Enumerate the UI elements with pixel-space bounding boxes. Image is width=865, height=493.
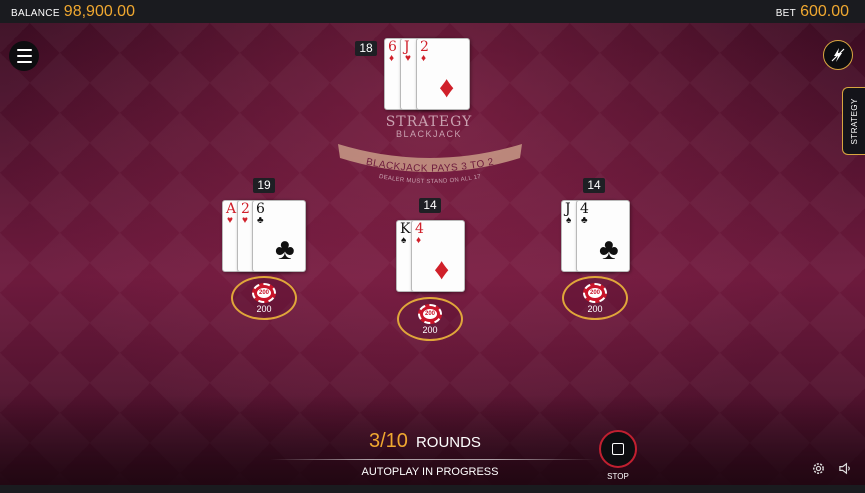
card-rank: 6 bbox=[388, 39, 397, 55]
bottom-bar bbox=[0, 485, 865, 493]
lightning-icon bbox=[831, 48, 845, 62]
card-suit-icon: ♦ bbox=[421, 53, 427, 64]
svg-text:DEALER MUST STAND ON ALL 17: DEALER MUST STAND ON ALL 17 bbox=[378, 174, 482, 185]
bet-amount: 200 bbox=[587, 304, 603, 314]
card-suit-icon: ♣ bbox=[581, 215, 588, 226]
top-bar: BALANCE 98,900.00 BET 600.00 bbox=[0, 0, 865, 23]
card-suit-icon: ♣ bbox=[257, 215, 264, 226]
hand-2-score: 14 bbox=[419, 198, 441, 213]
bet-amount: 200 bbox=[256, 304, 272, 314]
card-suit-icon: ♦ bbox=[416, 235, 422, 246]
balance-value: 98,900.00 bbox=[63, 3, 135, 20]
card-rank: 6 bbox=[256, 201, 265, 217]
hand-3-score: 14 bbox=[583, 178, 605, 193]
dealer-rule-text: DEALER MUST STAND ON ALL 17 bbox=[378, 174, 481, 185]
card-suit-icon: ♠ bbox=[566, 215, 572, 226]
card-suit-icon: ♦ bbox=[434, 253, 450, 286]
bet-display: BET 600.00 bbox=[776, 3, 849, 21]
pays-ribbon: BLACKJACK PAYS 3 TO 2 DEALER MUST STAND … bbox=[338, 144, 522, 185]
strategy-tab[interactable]: STRATEGY bbox=[842, 87, 865, 155]
card-suit-icon: ♣ bbox=[275, 233, 295, 266]
chip-icon: 200 bbox=[252, 283, 276, 303]
divider bbox=[270, 459, 595, 460]
speaker-icon[interactable] bbox=[838, 461, 853, 476]
card-rank: 4 bbox=[580, 201, 589, 217]
card-rank: A bbox=[226, 201, 237, 217]
card-rank: K bbox=[400, 221, 411, 237]
table-logo-title: STRATEGY bbox=[385, 114, 473, 130]
card-rank: 4 bbox=[415, 221, 424, 237]
playing-card: 4 ♣ ♣ bbox=[576, 200, 630, 272]
bet-spot-1[interactable]: 200 200 bbox=[231, 276, 297, 320]
rounds-count: 3/10 bbox=[369, 430, 408, 452]
rounds-label: ROUNDS bbox=[415, 434, 481, 451]
hamburger-icon bbox=[16, 47, 32, 65]
bet-amount: 200 bbox=[422, 325, 438, 335]
chip-icon: 200 bbox=[418, 304, 442, 324]
card-suit-icon: ♣ bbox=[599, 233, 619, 266]
card-rank: 2 bbox=[420, 39, 429, 55]
strategy-tab-label: STRATEGY bbox=[849, 97, 859, 145]
chip-value: 200 bbox=[257, 288, 271, 298]
balance-label: BALANCE bbox=[11, 8, 60, 19]
balance-display: BALANCE 98,900.00 bbox=[11, 3, 135, 21]
stop-button[interactable] bbox=[599, 430, 637, 468]
stop-label: STOP bbox=[607, 472, 629, 481]
card-suit-icon: ♥ bbox=[242, 215, 248, 226]
chip-icon: 200 bbox=[583, 283, 607, 303]
bet-value: 600.00 bbox=[800, 3, 849, 20]
hand-1-score: 19 bbox=[253, 178, 275, 193]
chip-value: 200 bbox=[588, 288, 602, 298]
bet-spot-3[interactable]: 200 200 bbox=[562, 276, 628, 320]
dealer-score: 18 bbox=[355, 41, 377, 56]
playing-card: 2 ♦ ♦ bbox=[416, 38, 470, 110]
playing-card: 4 ♦ ♦ bbox=[411, 220, 465, 292]
card-rank: J bbox=[404, 39, 410, 55]
chip-value: 200 bbox=[423, 309, 437, 319]
card-suit-icon: ♦ bbox=[389, 53, 395, 64]
bet-label: BET bbox=[775, 8, 797, 19]
menu-button[interactable] bbox=[9, 41, 39, 71]
card-rank: J bbox=[565, 201, 571, 217]
bet-spot-2[interactable]: 200 200 bbox=[397, 297, 463, 341]
card-suit-icon: ♠ bbox=[401, 235, 407, 246]
autoplay-status: AUTOPLAY IN PROGRESS bbox=[361, 466, 499, 478]
stop-square-icon bbox=[612, 443, 624, 455]
rounds-display: 3/10 ROUNDS bbox=[369, 430, 481, 453]
card-suit-icon: ♦ bbox=[439, 71, 455, 104]
gear-icon[interactable] bbox=[811, 461, 826, 476]
playing-card: 6 ♣ ♣ bbox=[252, 200, 306, 272]
card-suit-icon: ♥ bbox=[405, 53, 411, 64]
turbo-button[interactable] bbox=[823, 40, 853, 70]
card-rank: 2 bbox=[241, 201, 250, 217]
card-suit-icon: ♥ bbox=[227, 215, 233, 226]
